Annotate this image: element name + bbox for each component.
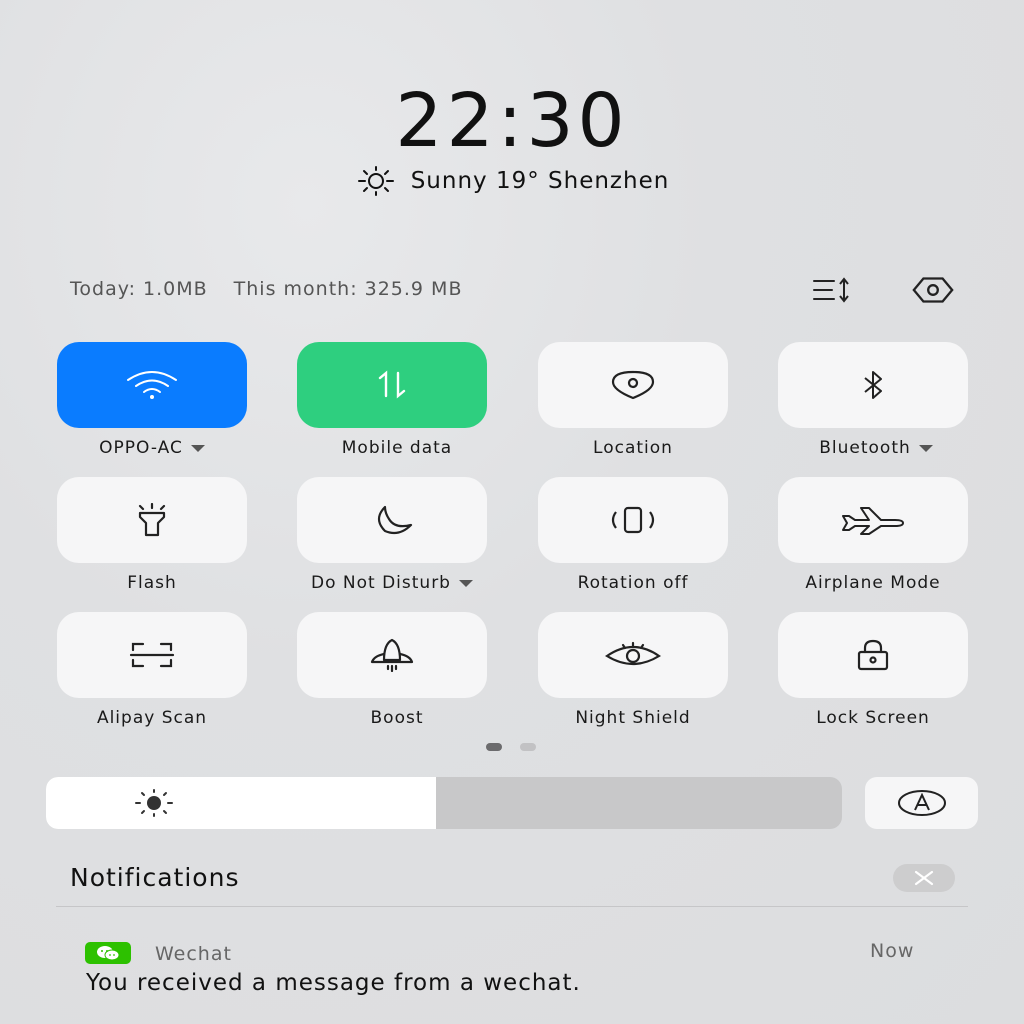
airplane-icon (842, 507, 904, 535)
close-icon (914, 870, 934, 886)
auto-brightness-icon (897, 790, 946, 816)
clear-notifications-button[interactable] (893, 864, 955, 892)
chevron-down-icon[interactable] (918, 444, 933, 452)
toggle-alipay-scan-label[interactable]: Alipay Scan (32, 708, 272, 728)
flashlight-icon (138, 503, 166, 537)
chevron-down-icon[interactable] (458, 579, 473, 587)
location-icon (611, 370, 655, 400)
lock-icon (857, 639, 889, 671)
toggle-do-not-disturb-label[interactable]: Do Not Disturb (272, 573, 512, 593)
toggle-flash-label[interactable]: Flash (32, 573, 272, 593)
toggle-night-shield-label[interactable]: Night Shield (513, 708, 753, 728)
toggle-mobile-data[interactable] (297, 342, 487, 428)
data-usage: Today: 1.0MB This month: 325.9 MB (70, 278, 489, 300)
toggle-flash[interactable] (57, 477, 247, 563)
brightness-slider[interactable] (46, 777, 842, 829)
notification-message: You received a message from a wechat. (86, 970, 581, 996)
toggle-wifi-label[interactable]: OPPO-AC (32, 438, 272, 458)
rotation-icon (611, 506, 655, 534)
notification-app-name: Wechat (155, 943, 232, 965)
toggle-alipay-scan[interactable] (57, 612, 247, 698)
brightness-fill (46, 777, 437, 829)
toggle-wifi[interactable] (57, 342, 247, 428)
mobile-data-icon (378, 370, 406, 399)
usage-today: Today: 1.0MB (70, 278, 208, 300)
toggle-location[interactable] (538, 342, 728, 428)
toggle-rotation-label[interactable]: Rotation off (513, 573, 753, 593)
toggle-airplane-mode[interactable] (778, 477, 968, 563)
toggle-mobile-data-label[interactable]: Mobile data (277, 438, 517, 458)
toggle-lock-screen[interactable] (778, 612, 968, 698)
brightness-icon (135, 789, 173, 817)
weather-text: Sunny 19° Shenzhen (410, 168, 670, 194)
toggle-lock-screen-label[interactable]: Lock Screen (753, 708, 993, 728)
toggle-bluetooth-label[interactable]: Bluetooth (756, 438, 996, 458)
weather-info: Sunny 19° Shenzhen (0, 166, 1024, 196)
notifications-title: Notifications (70, 863, 240, 892)
divider (56, 906, 968, 907)
page-dot-active[interactable] (486, 743, 502, 751)
settings-icon[interactable] (910, 272, 956, 308)
toggle-boost-label[interactable]: Boost (277, 708, 517, 728)
auto-brightness-button[interactable] (865, 777, 978, 829)
toggle-airplane-mode-label[interactable]: Airplane Mode (753, 573, 993, 593)
usage-month: This month: 325.9 MB (233, 278, 463, 300)
toggle-location-label[interactable]: Location (513, 438, 753, 458)
notification-time: Now (870, 940, 915, 962)
wifi-icon (127, 371, 177, 399)
clock-time: 22:30 (395, 78, 629, 164)
rocket-icon (370, 638, 414, 672)
toggle-bluetooth[interactable] (778, 342, 968, 428)
toggle-boost[interactable] (297, 612, 487, 698)
toggle-night-shield[interactable] (538, 612, 728, 698)
sun-icon (357, 166, 394, 196)
bluetooth-icon (864, 371, 882, 399)
scan-icon (129, 642, 175, 668)
chevron-down-icon[interactable] (190, 444, 205, 452)
wechat-icon (85, 942, 131, 964)
toggle-rotation[interactable] (538, 477, 728, 563)
page-dot[interactable] (520, 743, 536, 751)
edit-tiles-icon[interactable] (810, 272, 856, 308)
toggle-do-not-disturb[interactable] (297, 477, 487, 563)
moon-icon (377, 505, 413, 535)
eye-icon (604, 641, 662, 666)
